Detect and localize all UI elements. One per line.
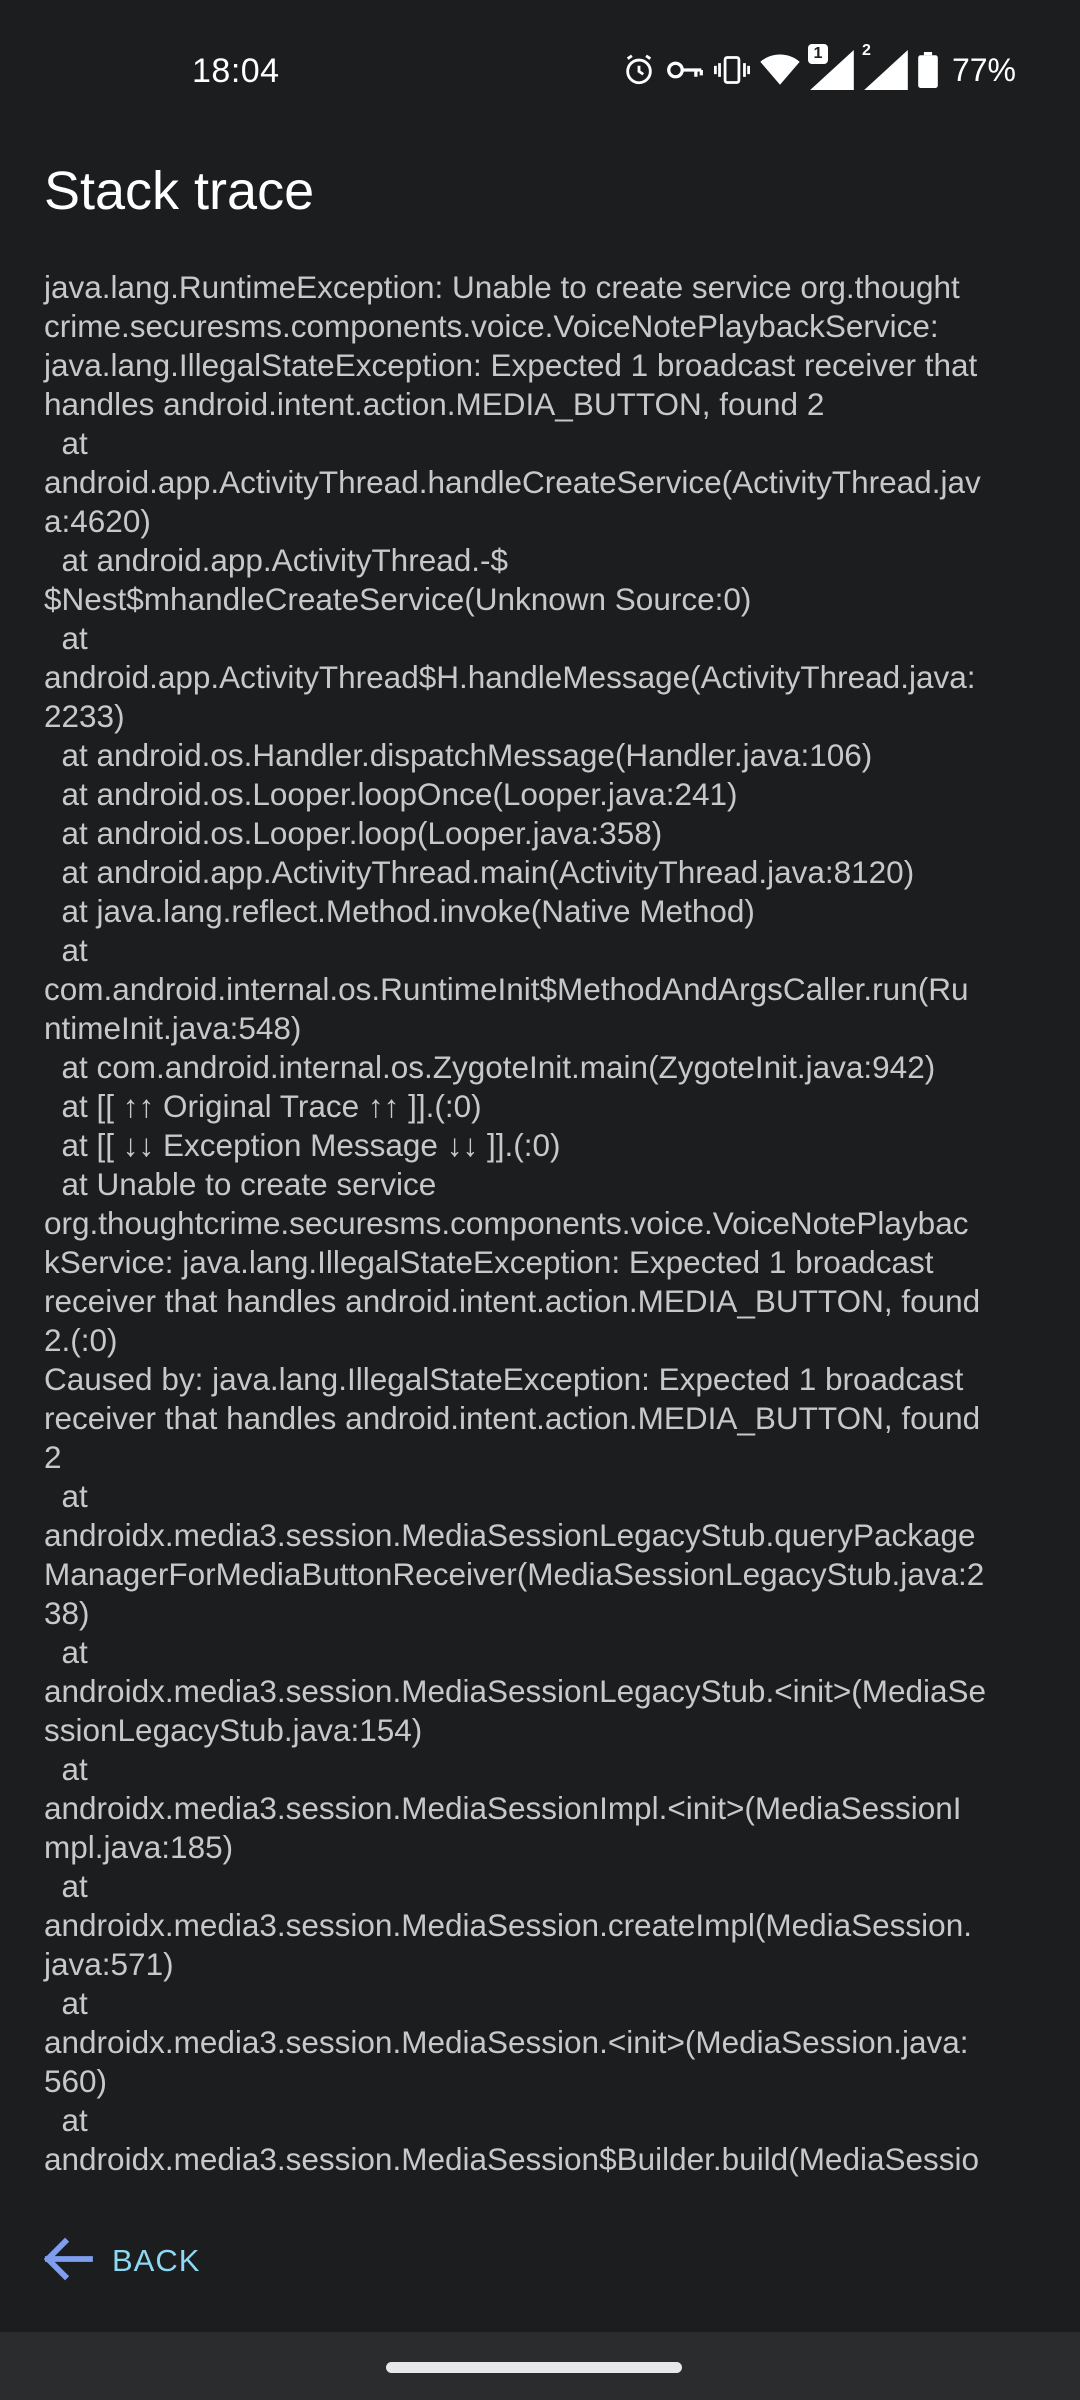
trace-line: 2233) <box>44 698 125 734</box>
trace-line: handles android.intent.action.MEDIA_BUTT… <box>44 386 825 422</box>
signal-icon: 2 <box>862 42 908 90</box>
trace-line: receiver that handles android.intent.act… <box>44 1400 981 1436</box>
trace-line: at <box>44 1751 88 1787</box>
trace-line: at Unable to create service <box>44 1166 437 1202</box>
trace-line: 38) <box>44 1595 90 1631</box>
trace-line: at <box>44 1985 88 2021</box>
trace-line: java:571) <box>44 1946 174 1982</box>
trace-line: ssionLegacyStub.java:154) <box>44 1712 423 1748</box>
back-button[interactable]: BACK <box>40 2226 200 2296</box>
trace-line: org.thoughtcrime.securesms.components.vo… <box>44 1205 969 1241</box>
back-arrow-icon <box>40 2236 94 2287</box>
navigation-bar <box>0 2332 1080 2400</box>
trace-line: 2 <box>44 1439 62 1475</box>
trace-line: at <box>44 1478 88 1514</box>
trace-line: java.lang.RuntimeException: Unable to cr… <box>44 269 960 305</box>
vibrate-icon <box>713 53 750 87</box>
trace-line: android.app.ActivityThread.handleCreateS… <box>44 464 981 500</box>
trace-line: Caused by: java.lang.IllegalStateExcepti… <box>44 1361 964 1397</box>
back-label: BACK <box>112 2243 201 2278</box>
trace-line: com.android.internal.os.RuntimeInit$Meth… <box>44 971 969 1007</box>
stack-trace-scroll-area[interactable]: java.lang.RuntimeException: Unable to cr… <box>0 268 1080 2180</box>
trace-line: androidx.media3.session.MediaSession.cre… <box>44 1907 972 1943</box>
trace-line: androidx.media3.session.MediaSessionLega… <box>44 1673 987 1709</box>
signal-icon: 1 <box>807 44 854 90</box>
trace-line: $Nest$mhandleCreateService(Unknown Sourc… <box>44 581 752 617</box>
status-bar: 18:04 1 2 77% <box>0 0 1080 140</box>
home-gesture-handle[interactable] <box>386 2362 682 2373</box>
trace-line: at android.os.Looper.loop(Looper.java:35… <box>44 815 663 851</box>
app-bar: Stack trace <box>0 140 1080 266</box>
status-icons: 1 2 77% <box>622 42 1016 92</box>
trace-line: at <box>44 1634 88 1670</box>
trace-line: at <box>44 932 88 968</box>
trace-line: android.app.ActivityThread$H.handleMessa… <box>44 659 976 695</box>
alarm-icon <box>622 53 656 87</box>
trace-line: at java.lang.reflect.Method.invoke(Nativ… <box>44 893 755 929</box>
battery-icon <box>918 52 938 88</box>
trace-line: at <box>44 425 88 461</box>
trace-line: at <box>44 620 88 656</box>
trace-line: 560) <box>44 2063 108 2099</box>
trace-line: crime.securesms.components.voice.VoiceNo… <box>44 308 939 344</box>
vpn-key-icon <box>666 55 704 85</box>
trace-line: 2.(:0) <box>44 1322 118 1358</box>
trace-line: at com.android.internal.os.ZygoteInit.ma… <box>44 1049 936 1085</box>
trace-line: a:4620) <box>44 503 151 539</box>
status-time: 18:04 <box>192 52 280 90</box>
stack-trace-text: java.lang.RuntimeException: Unable to cr… <box>0 268 1040 2179</box>
trace-line: at [[ ↓↓ Exception Message ↓↓ ]].(:0) <box>44 1127 561 1163</box>
trace-line: mpl.java:185) <box>44 1829 234 1865</box>
trace-line: androidx.media3.session.MediaSession.<in… <box>44 2024 969 2060</box>
sim1-badge: 1 <box>807 44 828 64</box>
trace-line: ManagerForMediaButtonReceiver(MediaSessi… <box>44 1556 985 1592</box>
trace-line: ntimeInit.java:548) <box>44 1010 302 1046</box>
trace-line: at android.os.Looper.loopOnce(Looper.jav… <box>44 776 738 812</box>
battery-percent: 77% <box>951 51 1016 88</box>
trace-line: java.lang.IllegalStateException: Expecte… <box>44 347 978 383</box>
trace-line: at android.app.ActivityThread.-$ <box>44 542 509 578</box>
trace-line: receiver that handles android.intent.act… <box>44 1283 981 1319</box>
trace-line: at <box>44 1868 88 1904</box>
trace-line: at android.app.ActivityThread.main(Activ… <box>44 854 915 890</box>
trace-line: androidx.media3.session.MediaSessionLega… <box>44 1517 976 1553</box>
trace-line: at <box>44 2102 88 2138</box>
trace-line: at android.os.Handler.dispatchMessage(Ha… <box>44 737 873 773</box>
sim2-badge: 2 <box>861 42 871 59</box>
trace-line: androidx.media3.session.MediaSessionImpl… <box>44 1790 962 1826</box>
wifi-icon <box>760 52 800 88</box>
trace-line: at [[ ↑↑ Original Trace ↑↑ ]].(:0) <box>44 1088 482 1124</box>
page-title: Stack trace <box>44 161 315 221</box>
trace-line: kService: java.lang.IllegalStateExceptio… <box>44 1244 934 1280</box>
trace-line: androidx.media3.session.MediaSession$Bui… <box>44 2141 980 2177</box>
